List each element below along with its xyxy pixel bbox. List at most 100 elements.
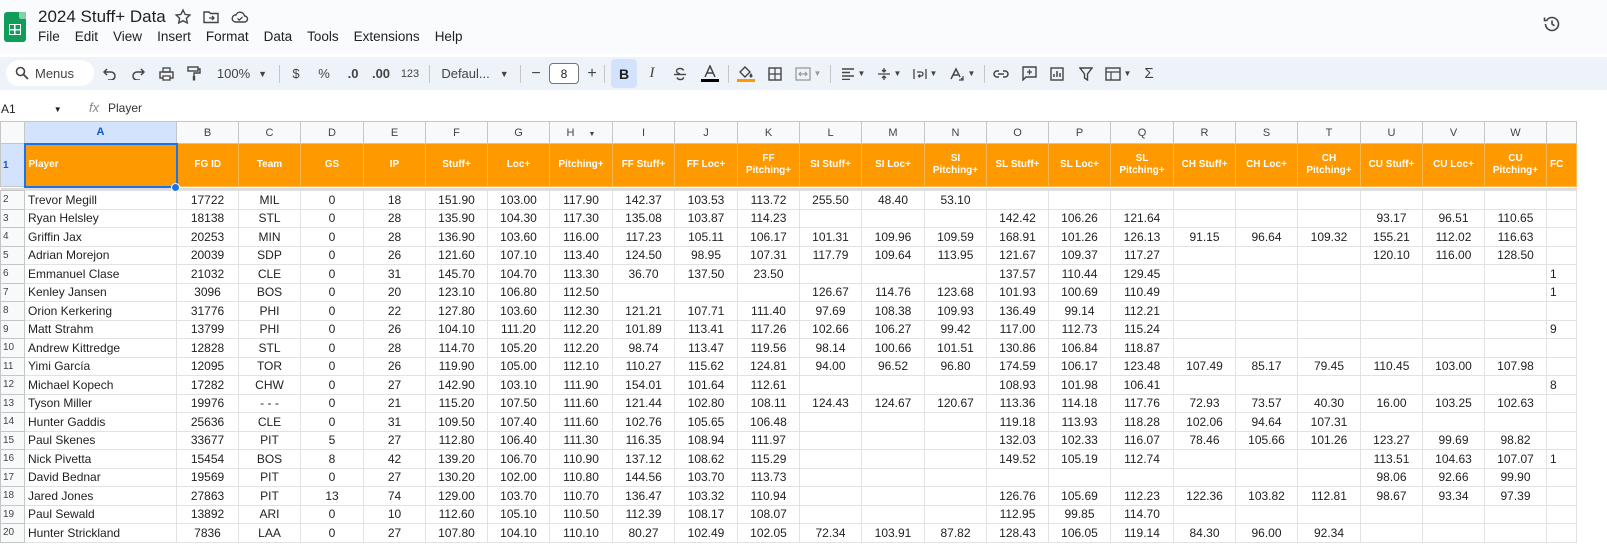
sheets-logo-icon[interactable] [4, 12, 26, 42]
font-size-input[interactable]: 8 [549, 63, 579, 84]
data-cell[interactable]: 107.31 [737, 245, 800, 265]
data-cell[interactable]: 0 [300, 264, 364, 284]
data-cell[interactable]: 0 [300, 356, 364, 376]
data-cell[interactable]: 137.12 [612, 449, 675, 469]
data-cell[interactable] [1235, 504, 1298, 524]
data-cell[interactable]: SDP [238, 245, 301, 265]
overflow-cell[interactable] [1546, 467, 1577, 487]
data-cell[interactable]: 113.36 [986, 393, 1049, 413]
data-cell[interactable]: 27 [363, 523, 426, 543]
data-cell[interactable]: 154.01 [612, 375, 675, 395]
data-cell[interactable]: 117.76 [1110, 393, 1174, 413]
version-history-icon[interactable] [1542, 14, 1562, 34]
data-cell[interactable]: 113.40 [549, 245, 613, 265]
data-cell[interactable]: 103.32 [674, 486, 738, 506]
data-cell[interactable]: 116.00 [1422, 245, 1485, 265]
data-cell[interactable]: 111.20 [487, 319, 550, 339]
row-header[interactable]: 17 [0, 467, 25, 487]
column-menu-icon[interactable]: ▼ [589, 131, 596, 138]
data-cell[interactable]: 28 [363, 208, 426, 228]
data-cell[interactable]: 106.27 [861, 319, 925, 339]
data-cell[interactable] [1360, 375, 1423, 395]
data-cell[interactable] [1235, 301, 1298, 321]
data-cell[interactable] [1173, 375, 1236, 395]
data-cell[interactable]: 23.50 [737, 264, 800, 284]
data-cell[interactable]: 0 [300, 393, 364, 413]
filter-views-icon[interactable]: ▼ [1102, 57, 1134, 90]
header-cell[interactable]: SL Pitching+ [1110, 143, 1174, 187]
data-cell[interactable]: 103.60 [487, 301, 550, 321]
data-cell[interactable]: 0 [300, 338, 364, 358]
data-cell[interactable]: 0 [300, 375, 364, 395]
column-header-u[interactable]: U [1360, 121, 1423, 144]
data-cell[interactable]: 117.27 [1110, 245, 1174, 265]
data-cell[interactable] [1484, 319, 1547, 339]
data-cell[interactable]: 110.90 [549, 449, 613, 469]
header-cell[interactable]: Pitching+ [549, 143, 613, 187]
data-cell[interactable]: 102.76 [612, 412, 675, 432]
data-cell[interactable] [1048, 467, 1111, 487]
data-cell[interactable]: 33677 [176, 430, 239, 450]
header-cell[interactable]: FF Pitching+ [737, 143, 800, 187]
data-cell[interactable]: 117.23 [612, 227, 675, 247]
data-cell[interactable]: 10 [363, 504, 426, 524]
data-cell[interactable]: 108.07 [737, 504, 800, 524]
move-folder-icon[interactable] [202, 8, 220, 26]
data-cell[interactable]: 98.67 [1360, 486, 1423, 506]
player-name-cell[interactable]: Ryan Helsley [24, 208, 177, 228]
player-name-cell[interactable]: Michael Kopech [24, 375, 177, 395]
data-cell[interactable] [1173, 449, 1236, 469]
data-cell[interactable]: 96.51 [1422, 208, 1485, 228]
data-cell[interactable]: 20039 [176, 245, 239, 265]
data-cell[interactable]: 114.70 [425, 338, 488, 358]
data-cell[interactable]: PHI [238, 301, 301, 321]
data-cell[interactable] [1484, 264, 1547, 284]
data-cell[interactable] [861, 504, 925, 524]
data-cell[interactable] [1173, 338, 1236, 358]
data-cell[interactable]: 102.80 [674, 393, 738, 413]
data-cell[interactable]: 80.27 [612, 523, 675, 543]
data-cell[interactable] [1173, 190, 1236, 210]
data-cell[interactable]: 112.73 [1048, 319, 1111, 339]
data-cell[interactable] [1484, 301, 1547, 321]
column-header-r[interactable]: R [1173, 121, 1236, 144]
data-cell[interactable]: 72.93 [1173, 393, 1236, 413]
data-cell[interactable]: 28 [363, 227, 426, 247]
player-name-cell[interactable]: David Bednar [24, 467, 177, 487]
row-header[interactable]: 14 [0, 412, 25, 432]
text-color-icon[interactable] [699, 57, 721, 90]
data-cell[interactable]: 101.31 [799, 227, 862, 247]
data-cell[interactable]: 103.87 [674, 208, 738, 228]
data-cell[interactable]: 108.17 [674, 504, 738, 524]
star-icon[interactable] [174, 8, 192, 26]
data-cell[interactable]: 21 [363, 393, 426, 413]
data-cell[interactable] [1235, 375, 1298, 395]
formula-input[interactable]: Player [108, 101, 142, 115]
data-cell[interactable]: 255.50 [799, 190, 862, 210]
increase-decimal-button[interactable]: .00 [370, 57, 392, 90]
data-cell[interactable]: 97.69 [799, 301, 862, 321]
player-name-cell[interactable]: Paul Sewald [24, 504, 177, 524]
column-header-v[interactable]: V [1422, 121, 1485, 144]
player-name-cell[interactable]: Kenley Jansen [24, 282, 177, 302]
data-cell[interactable] [799, 467, 862, 487]
data-cell[interactable]: 98.95 [674, 245, 738, 265]
overflow-cell[interactable]: 1 [1546, 282, 1577, 302]
data-cell[interactable]: 116.63 [1484, 227, 1547, 247]
overflow-cell[interactable] [1546, 430, 1577, 450]
data-cell[interactable] [1235, 282, 1298, 302]
column-header-c[interactable]: C [238, 121, 301, 144]
row-header[interactable]: 3 [0, 208, 25, 228]
data-cell[interactable]: 104.63 [1422, 449, 1485, 469]
data-cell[interactable]: 115.24 [1110, 319, 1174, 339]
data-cell[interactable]: 116.35 [612, 430, 675, 450]
row-header[interactable]: 15 [0, 430, 25, 450]
data-cell[interactable] [1110, 190, 1174, 210]
data-cell[interactable]: 142.42 [986, 208, 1049, 228]
data-cell[interactable]: 132.03 [986, 430, 1049, 450]
data-cell[interactable] [861, 467, 925, 487]
menu-insert[interactable]: Insert [157, 29, 191, 44]
data-cell[interactable] [1360, 190, 1423, 210]
data-cell[interactable]: 117.79 [799, 245, 862, 265]
fill-color-icon[interactable] [735, 57, 757, 90]
